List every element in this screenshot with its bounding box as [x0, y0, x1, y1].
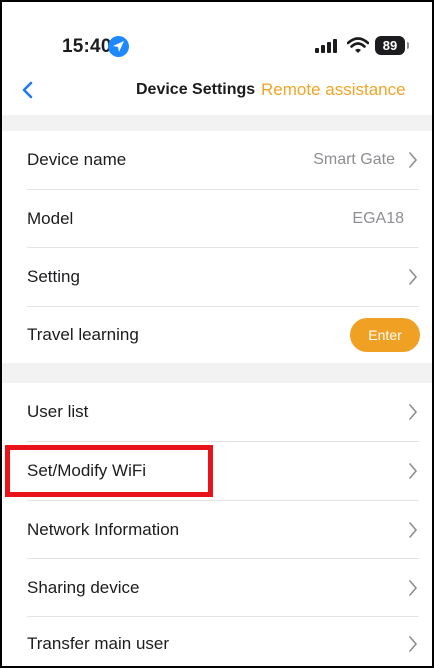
- travel-learning-row: Travel learning Enter: [2, 307, 432, 363]
- wifi-icon: [347, 37, 369, 53]
- row-label: Travel learning: [27, 325, 139, 344]
- row-label: Sharing device: [27, 578, 140, 597]
- row-label: Setting: [27, 267, 80, 286]
- setting-row[interactable]: Setting: [2, 248, 432, 306]
- sharing-device-row[interactable]: Sharing device: [2, 559, 432, 617]
- page-title: Device Settings: [136, 81, 256, 98]
- highlight-annotation: [5, 445, 213, 497]
- chevron-right-icon: [409, 635, 418, 652]
- chevron-right-icon: [409, 522, 418, 538]
- transfer-main-user-row[interactable]: Transfer main user: [2, 617, 432, 666]
- cellular-signal-icon: [315, 39, 337, 53]
- row-label: Transfer main user: [27, 633, 170, 653]
- location-arrow-icon: [108, 36, 129, 57]
- phone-screen: 15:40 89 Device Settings Remote assistan…: [0, 0, 434, 668]
- section-gap: [2, 363, 432, 383]
- chevron-right-icon: [409, 463, 418, 479]
- status-time: 15:40: [62, 36, 112, 57]
- device-name-row[interactable]: Device name Smart Gate: [2, 131, 432, 189]
- chevron-right-icon: [409, 269, 418, 285]
- user-list-row[interactable]: User list: [2, 383, 432, 441]
- battery-tip: [407, 42, 409, 49]
- row-label: Model: [27, 209, 74, 228]
- remote-assistance-link[interactable]: Remote assistance: [261, 80, 406, 100]
- chevron-right-icon: [409, 580, 418, 596]
- status-bar: 15:40 89: [2, 2, 432, 86]
- model-value: EGA18: [352, 210, 404, 227]
- device-name-value: Smart Gate: [313, 151, 395, 168]
- chevron-right-icon: [409, 152, 418, 168]
- section-gap: [2, 115, 432, 131]
- battery-icon: 89: [375, 36, 405, 55]
- model-row: Model EGA18: [2, 190, 432, 248]
- chevron-left-icon[interactable]: [20, 81, 36, 99]
- network-information-row[interactable]: Network Information: [2, 501, 432, 559]
- row-label: Network Information: [27, 520, 180, 539]
- enter-button[interactable]: Enter: [350, 318, 420, 352]
- row-label: Device name: [27, 150, 127, 169]
- chevron-right-icon: [409, 404, 418, 420]
- row-label: User list: [27, 402, 89, 421]
